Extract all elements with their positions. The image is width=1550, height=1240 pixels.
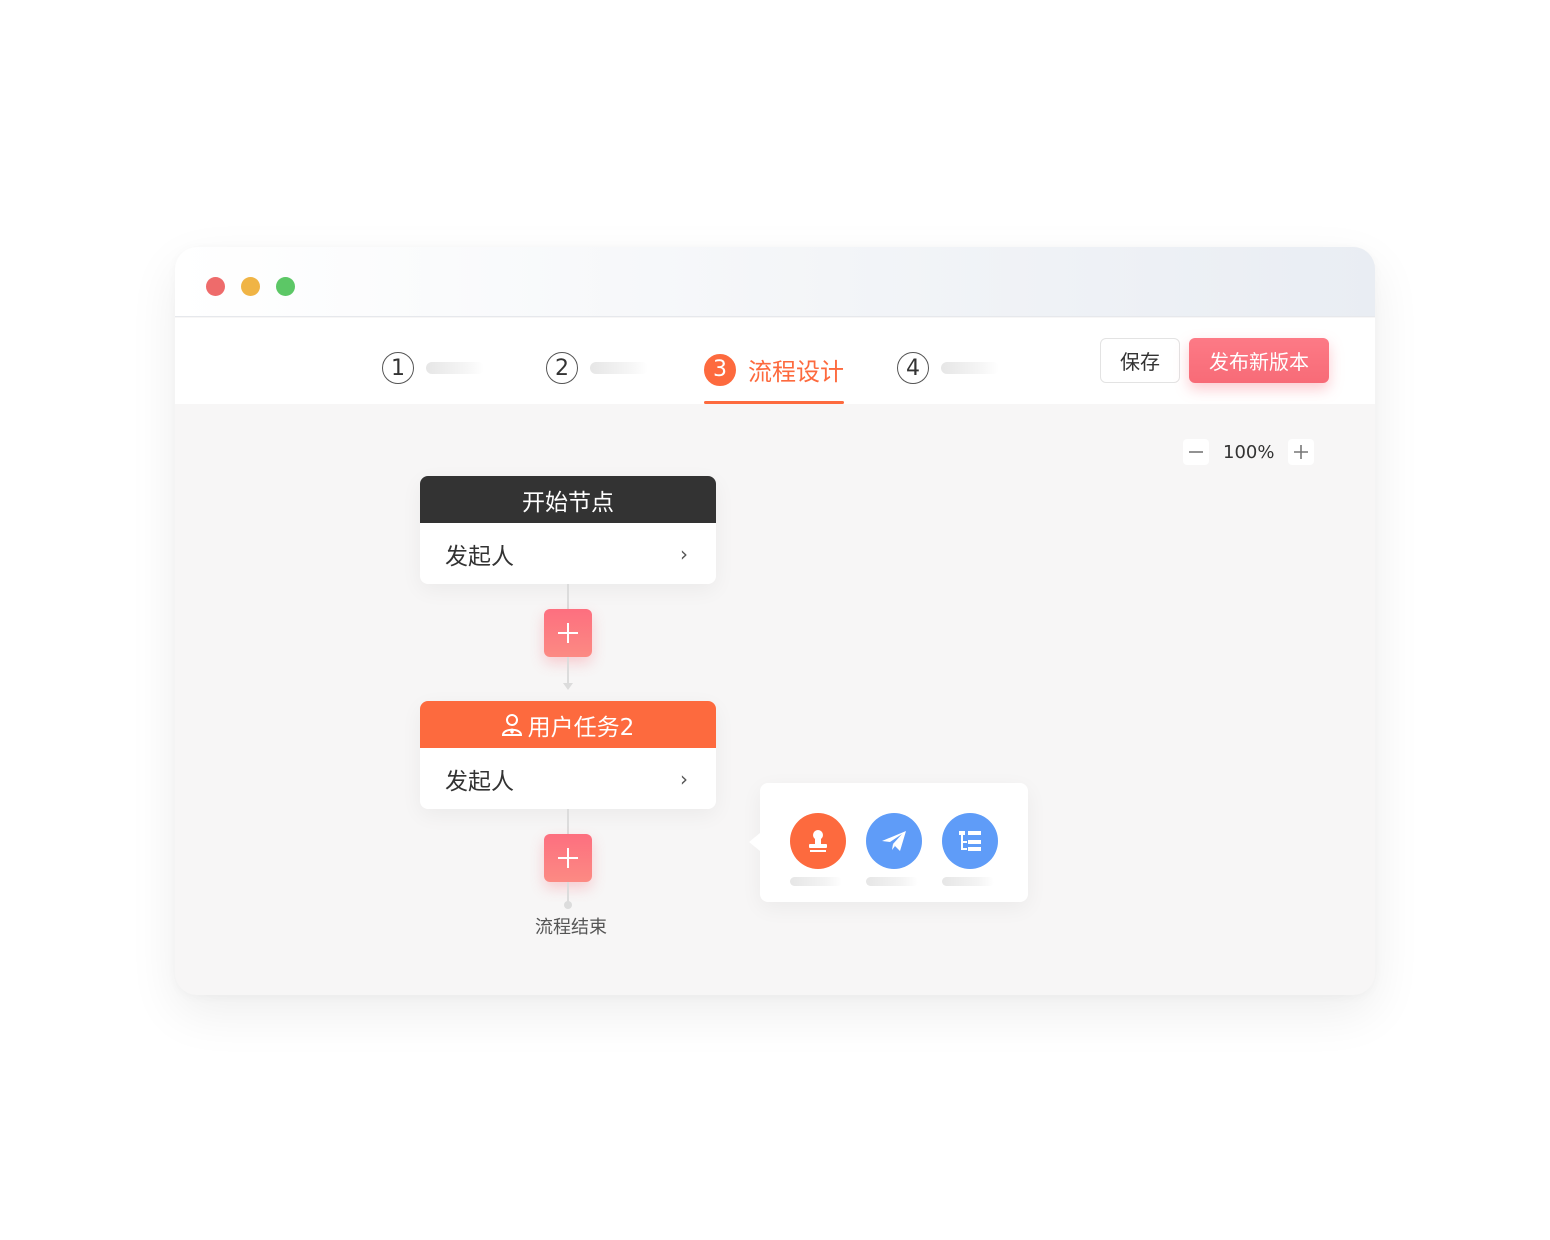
chevron-right-icon: › [680,541,688,566]
step-label-placeholder [941,362,999,374]
close-window-button[interactable] [206,277,225,296]
user-task-node[interactable]: 用户任务2 发起人 › [420,701,716,809]
popover-arrow [749,833,760,851]
plus-icon [558,623,578,643]
node-type-cc[interactable] [866,813,922,886]
plus-icon [1294,445,1309,459]
user-task-title: 用户任务2 [527,714,635,741]
step-label-placeholder [426,362,484,374]
step-number: 4 [897,352,929,384]
step-number: 2 [546,352,578,384]
maximize-window-button[interactable] [276,277,295,296]
plus-icon [558,848,578,868]
user-task-initiator: 发起人 [445,768,514,795]
flow-end-dot [564,901,572,909]
connector-line [567,584,569,610]
send-icon[interactable] [866,813,922,869]
node-type-popover [749,783,1028,902]
step-toolbar: 1 2 3 流程设计 4 保存 发布新版本 [175,318,1375,404]
connector-line [567,657,569,685]
branch-list-icon[interactable] [942,813,998,869]
step-2[interactable]: 2 [546,352,648,384]
step-number: 3 [704,353,736,386]
start-node-body[interactable]: 发起人 › [420,523,716,584]
minus-icon [1189,451,1203,453]
connector-line [567,809,569,835]
add-node-button[interactable] [544,834,592,882]
app-window: 1 2 3 流程设计 4 保存 发布新版本 100% 开始节点 发起人 › 用户… [175,247,1375,995]
active-step-indicator [704,401,844,404]
stamp-icon[interactable] [790,813,846,869]
zoom-level: 100% [1223,441,1275,463]
title-bar [175,247,1375,317]
chevron-right-icon: › [680,766,688,791]
step-4[interactable]: 4 [897,352,999,384]
start-node[interactable]: 开始节点 发起人 › [420,476,716,584]
zoom-out-button[interactable] [1183,439,1209,465]
node-type-label-placeholder [866,877,918,886]
user-icon [501,713,522,736]
save-button[interactable]: 保存 [1100,338,1180,383]
node-type-label-placeholder [942,877,994,886]
user-task-body[interactable]: 发起人 › [420,748,716,809]
publish-new-version-button[interactable]: 发布新版本 [1189,338,1329,383]
flow-end-label: 流程结束 [535,917,607,938]
node-type-branch[interactable] [942,813,998,886]
step-label: 流程设计 [748,358,844,386]
step-label-placeholder [590,362,648,374]
step-1[interactable]: 1 [382,352,484,384]
arrow-down-icon [563,683,573,690]
node-type-approval[interactable] [790,813,846,886]
add-node-button[interactable] [544,609,592,657]
start-node-initiator: 发起人 [445,543,514,570]
start-node-title: 开始节点 [420,476,716,523]
user-task-header: 用户任务2 [420,701,716,748]
minimize-window-button[interactable] [241,277,260,296]
node-type-label-placeholder [790,877,842,886]
step-number: 1 [382,352,414,384]
zoom-control: 100% [1183,439,1315,465]
zoom-in-button[interactable] [1288,439,1315,465]
step-3[interactable]: 3 流程设计 [704,352,844,387]
